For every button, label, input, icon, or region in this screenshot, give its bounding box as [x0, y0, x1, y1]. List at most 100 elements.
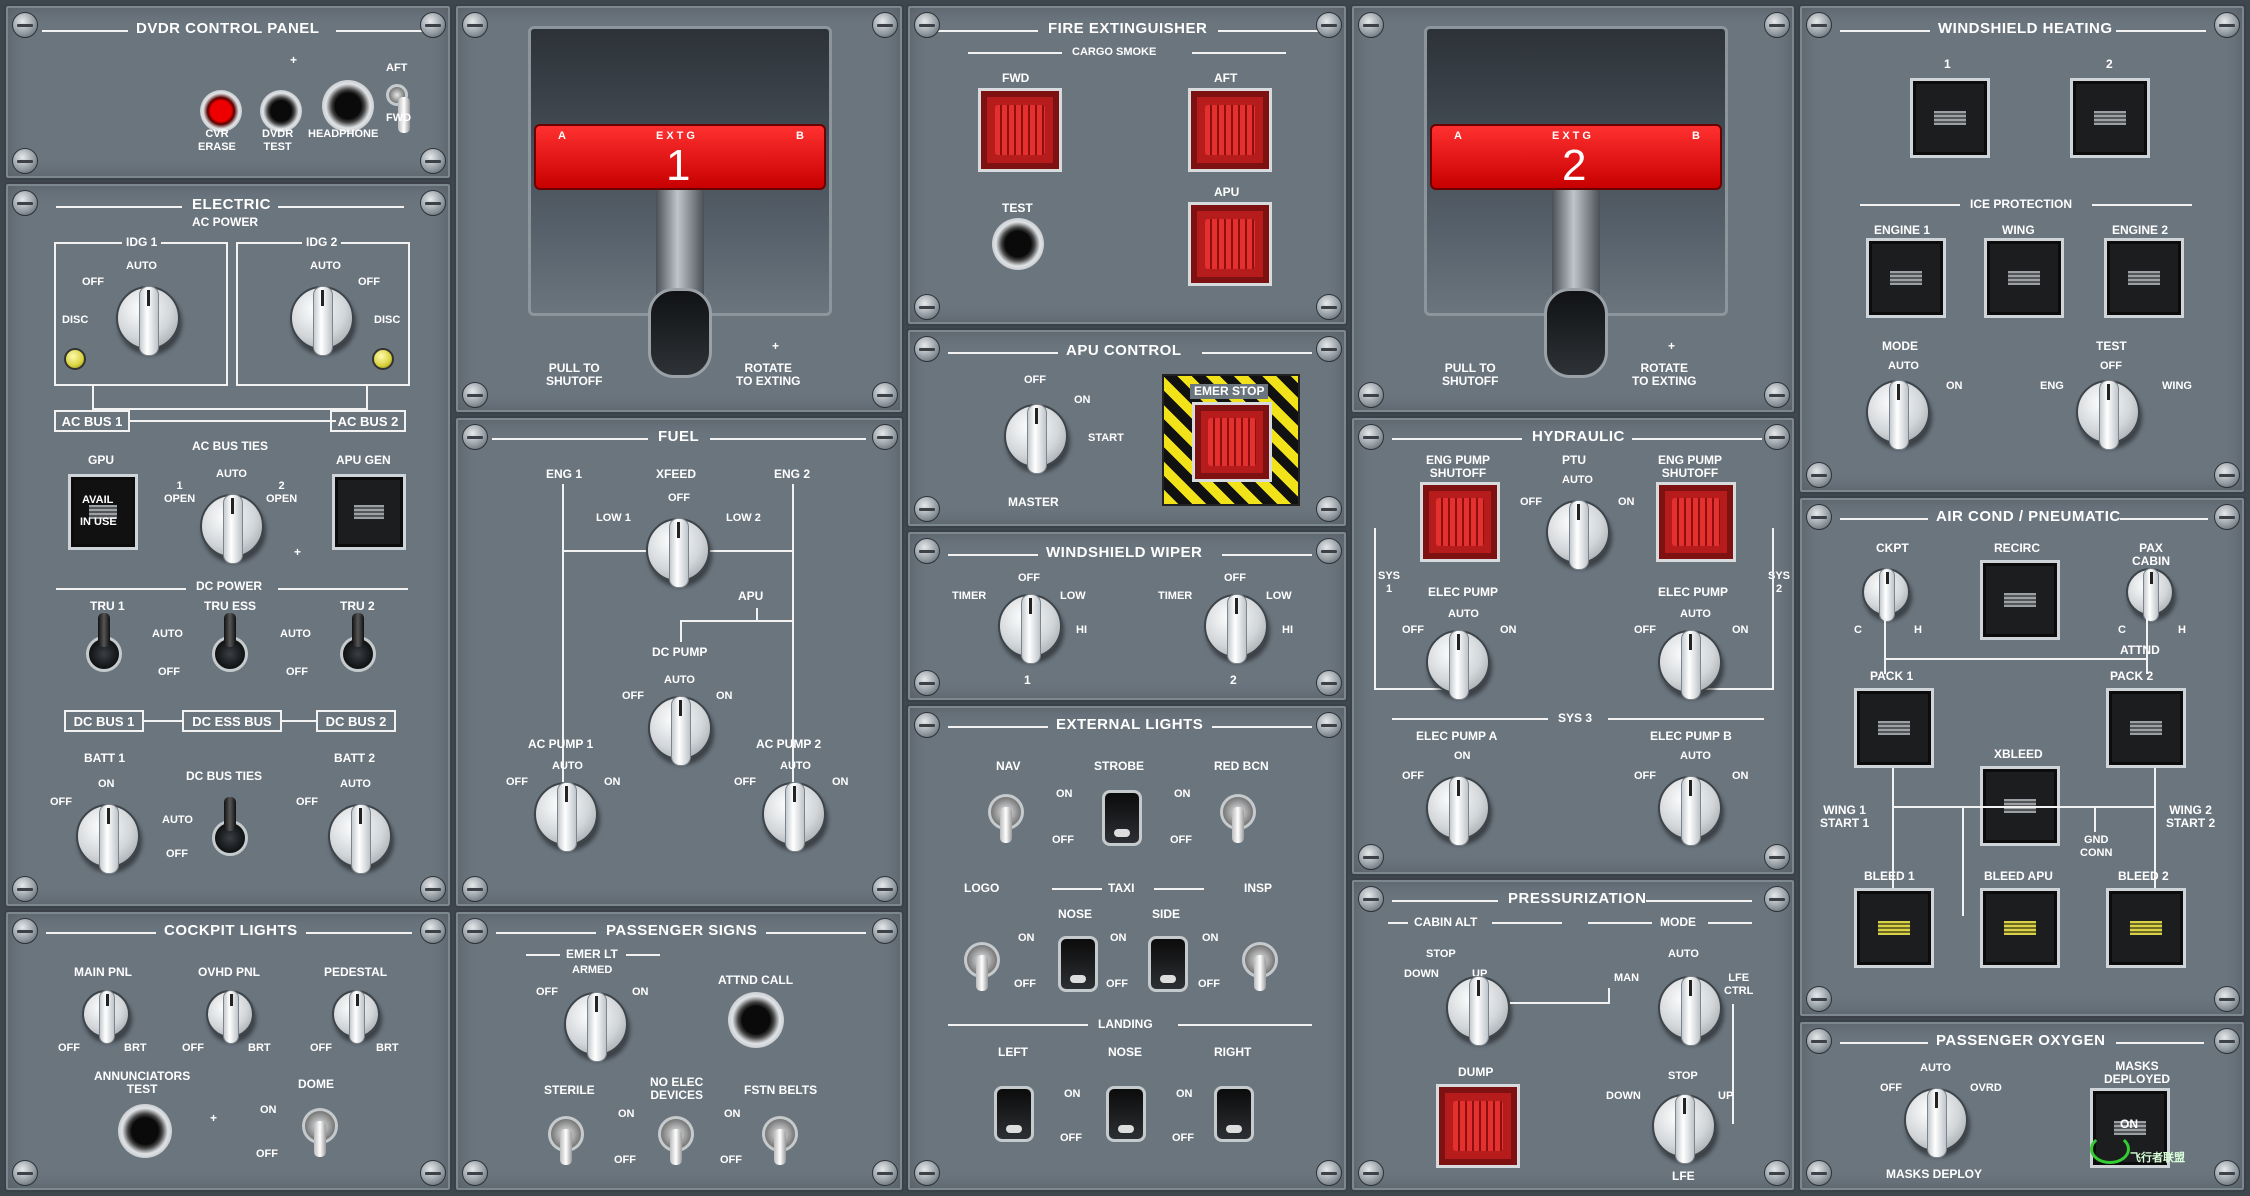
logo-label: LOGO: [964, 881, 1000, 895]
idg1-selector[interactable]: [116, 286, 180, 356]
windshield-2-heat-button[interactable]: [2070, 78, 2150, 158]
wiper-2-selector[interactable]: [1204, 594, 1268, 664]
apu-emer-stop-button[interactable]: [1192, 402, 1272, 482]
screw-icon: [1358, 424, 1384, 450]
screw-icon: [12, 1160, 38, 1186]
pedestal-dimmer[interactable]: [332, 990, 380, 1044]
logo-light-switch[interactable]: [964, 942, 1000, 991]
gpu-button[interactable]: [68, 474, 138, 550]
landing-nose-switch[interactable]: [1106, 1086, 1146, 1142]
no-elec-devices-switch[interactable]: [658, 1116, 694, 1165]
idg2-selector[interactable]: [290, 286, 354, 356]
pneu-line: [1892, 806, 2156, 808]
batt2-selector[interactable]: [328, 804, 392, 874]
passenger-oxygen-selector[interactable]: [1904, 1088, 1968, 1158]
dvdr-control-panel: DVDR CONTROL PANEL + CVR ERASE DVDR TEST…: [4, 4, 452, 180]
cvr-erase-button[interactable]: [200, 90, 242, 132]
bleed2-button[interactable]: [2106, 888, 2186, 968]
landing-left-switch[interactable]: [994, 1086, 1034, 1142]
emer-light-selector[interactable]: [564, 992, 628, 1062]
pack2-label: PACK 2: [2110, 669, 2154, 683]
annunciators-test-button[interactable]: [118, 1104, 172, 1158]
ac-bus-ties-selector[interactable]: [200, 494, 264, 564]
screw-icon: [462, 424, 488, 450]
cockpit-temp-selector[interactable]: [1862, 568, 1910, 622]
apu-gen-button[interactable]: [332, 474, 406, 550]
elec-pump-2-selector[interactable]: [1658, 630, 1722, 700]
fasten-belts-switch[interactable]: [762, 1116, 798, 1165]
air-cond-pneumatic-panel: AIR COND / PNEUMATIC CKPT C H RECIRC PAX…: [1798, 496, 2246, 1018]
ac-pump2-selector[interactable]: [762, 782, 826, 852]
pressurization-mode-selector[interactable]: [1658, 976, 1722, 1046]
dump-button[interactable]: [1436, 1084, 1520, 1168]
aft-fwd-switch[interactable]: [386, 84, 410, 133]
apu-label: APU: [738, 589, 764, 603]
dvdr-test-button[interactable]: [260, 90, 302, 132]
attnd-label: ATTND: [2120, 643, 2160, 657]
main-panel-dimmer[interactable]: [82, 990, 130, 1044]
dc-pump-selector[interactable]: [648, 696, 712, 766]
bleed-apu-button[interactable]: [1980, 888, 2060, 968]
windshield-1-heat-button[interactable]: [1910, 78, 1990, 158]
ac-pump1-selector[interactable]: [534, 782, 598, 852]
on-label: ON: [618, 1108, 635, 1120]
recirc-button[interactable]: [1980, 560, 2060, 640]
xfeed-selector[interactable]: [646, 518, 710, 588]
wiper-1-selector[interactable]: [998, 594, 1062, 664]
nav-light-switch[interactable]: [988, 794, 1024, 843]
mode-line: [1510, 1002, 1610, 1004]
off-label: OFF: [1170, 834, 1192, 846]
engine-1-fire-handle[interactable]: EXTG A B 1: [534, 124, 826, 190]
eng-pump-2-shutoff-button[interactable]: [1656, 482, 1736, 562]
passenger-oxygen-title: PASSENGER OXYGEN: [1936, 1032, 2106, 1049]
engine-2-anti-ice-button[interactable]: [2104, 238, 2184, 318]
engine-2-fire-handle[interactable]: EXTG A B 2: [1430, 124, 1722, 190]
screw-icon: [1806, 12, 1832, 38]
cabin-alt-selector[interactable]: [1446, 976, 1510, 1046]
disc-label: DISC: [62, 314, 89, 326]
attnd-call-button[interactable]: [728, 992, 784, 1048]
pack1-button[interactable]: [1854, 688, 1934, 768]
ice-protection-mode-selector[interactable]: [1866, 380, 1930, 450]
off-label: OFF: [1106, 978, 1128, 990]
sterile-switch[interactable]: [548, 1116, 584, 1165]
ptu-selector[interactable]: [1546, 500, 1610, 570]
taxi-side-light-switch[interactable]: [1148, 936, 1188, 992]
plus-mark: +: [1668, 339, 1676, 353]
engine-1-anti-ice-button[interactable]: [1866, 238, 1946, 318]
batt1-selector[interactable]: [76, 804, 140, 874]
dome-light-switch[interactable]: [302, 1108, 338, 1157]
headphone-jack[interactable]: [322, 80, 374, 132]
bleed1-button[interactable]: [1854, 888, 1934, 968]
eng-pump-1-shutoff-button[interactable]: [1420, 482, 1500, 562]
tru-ess-switch[interactable]: [212, 613, 248, 672]
elec-pump-a-selector[interactable]: [1426, 776, 1490, 846]
dc-bus-ties-switch[interactable]: [212, 797, 248, 856]
landing-right-switch[interactable]: [1214, 1086, 1254, 1142]
cargo-aft-extinguish-button[interactable]: [1188, 88, 1272, 172]
fire-test-button[interactable]: [992, 218, 1044, 270]
inspection-light-switch[interactable]: [1242, 942, 1278, 991]
tru2-switch[interactable]: [340, 613, 376, 672]
windshield-heating-title: WINDSHIELD HEATING: [1938, 20, 2113, 37]
pax-cabin-temp-selector[interactable]: [2126, 568, 2174, 622]
apu-extinguish-button[interactable]: [1188, 202, 1272, 286]
off-label: OFF: [256, 1148, 278, 1160]
elec-pump-b-selector[interactable]: [1658, 776, 1722, 846]
tru1-switch[interactable]: [86, 613, 122, 672]
on-label: ON: [1056, 788, 1073, 800]
hyd-line: [1374, 528, 1376, 688]
wing-anti-ice-button[interactable]: [1984, 238, 2064, 318]
elec-pump-1-selector[interactable]: [1426, 630, 1490, 700]
screw-icon: [1764, 886, 1790, 912]
overhead-panel-dimmer[interactable]: [206, 990, 254, 1044]
red-beacon-switch[interactable]: [1220, 794, 1256, 843]
ice-protection-test-selector[interactable]: [2076, 380, 2140, 450]
screw-icon: [1806, 1160, 1832, 1186]
taxi-nose-light-switch[interactable]: [1058, 936, 1098, 992]
pack2-button[interactable]: [2106, 688, 2186, 768]
apu-master-selector[interactable]: [1004, 404, 1068, 474]
lfe-selector[interactable]: [1652, 1094, 1716, 1164]
cargo-fwd-extinguish-button[interactable]: [978, 88, 1062, 172]
strobe-light-switch[interactable]: [1102, 790, 1142, 846]
